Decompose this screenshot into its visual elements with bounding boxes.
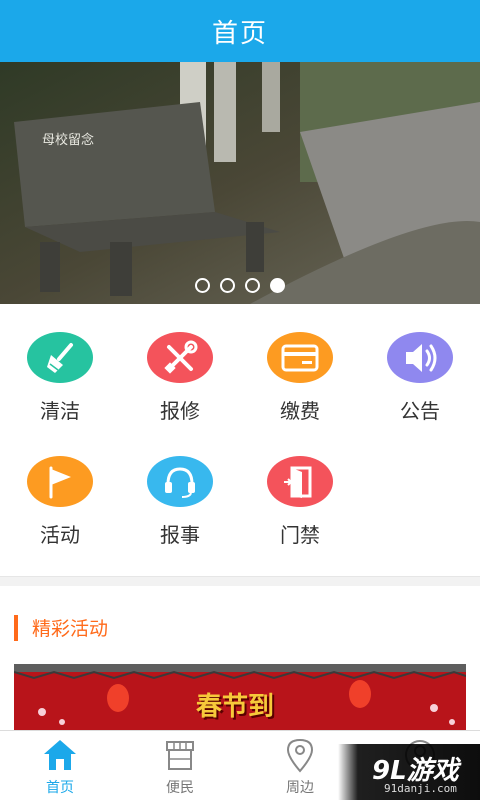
grid-label: 门禁 xyxy=(280,523,320,547)
grid-label: 报修 xyxy=(160,399,200,423)
location-pin-icon xyxy=(285,737,315,773)
grid-label: 清洁 xyxy=(40,399,80,423)
tab-label: 周边 xyxy=(286,780,314,796)
watermark-url: 91danji.com xyxy=(384,782,457,795)
section-title: 精彩活动 xyxy=(32,618,109,640)
card-icon xyxy=(267,332,333,383)
broom-icon xyxy=(27,332,93,383)
app-screen: 首页 母校留念 清洁 报修 缴费 公告 活动 报事 门禁 精彩活动 春节到 首页… xyxy=(0,0,480,800)
grid-item-activity[interactable]: 活动 xyxy=(0,428,120,548)
grid-item-access[interactable]: 门禁 xyxy=(240,428,360,548)
banner-carousel[interactable]: 母校留念 xyxy=(0,62,480,304)
section-accent-bar xyxy=(14,614,18,641)
service-grid: 清洁 报修 缴费 公告 活动 报事 门禁 xyxy=(0,304,480,576)
section-divider xyxy=(0,576,480,586)
grid-item-notice[interactable]: 公告 xyxy=(360,304,480,424)
page-title: 首页 xyxy=(211,18,268,49)
home-icon xyxy=(42,737,78,773)
grid-label: 缴费 xyxy=(280,399,320,423)
flag-icon xyxy=(27,456,93,507)
door-icon xyxy=(267,456,333,507)
speaker-icon xyxy=(387,332,453,383)
tab-label: 便民 xyxy=(166,780,194,796)
tools-icon xyxy=(147,332,213,383)
grid-item-cleaning[interactable]: 清洁 xyxy=(0,304,120,424)
grid-item-repair[interactable]: 报修 xyxy=(120,304,240,424)
grid-item-payment[interactable]: 缴费 xyxy=(240,304,360,424)
tab-convenience[interactable]: 便民 xyxy=(120,731,240,800)
grid-item-report[interactable]: 报事 xyxy=(120,428,240,548)
grid-label: 活动 xyxy=(40,523,80,547)
activity-banner[interactable]: 春节到 xyxy=(14,664,466,734)
tab-home[interactable]: 首页 xyxy=(0,731,120,800)
carousel-dot[interactable] xyxy=(195,278,210,293)
bench-text: 母校留念 xyxy=(42,132,94,148)
tab-label: 首页 xyxy=(46,780,74,796)
header-bar: 首页 xyxy=(0,0,480,62)
grid-label: 报事 xyxy=(160,523,200,547)
site-watermark: 9L游戏 91danji.com xyxy=(338,744,480,800)
banner-image: 母校留念 xyxy=(0,62,480,304)
carousel-dot-active[interactable] xyxy=(270,278,285,293)
carousel-dot[interactable] xyxy=(220,278,235,293)
carousel-dots xyxy=(0,278,480,293)
grid-label: 公告 xyxy=(400,399,440,423)
headset-icon xyxy=(147,456,213,507)
carousel-dot[interactable] xyxy=(245,278,260,293)
section-header: 精彩活动 xyxy=(14,614,108,641)
activity-banner-headline: 春节到 xyxy=(196,692,275,722)
shop-icon xyxy=(163,737,197,773)
